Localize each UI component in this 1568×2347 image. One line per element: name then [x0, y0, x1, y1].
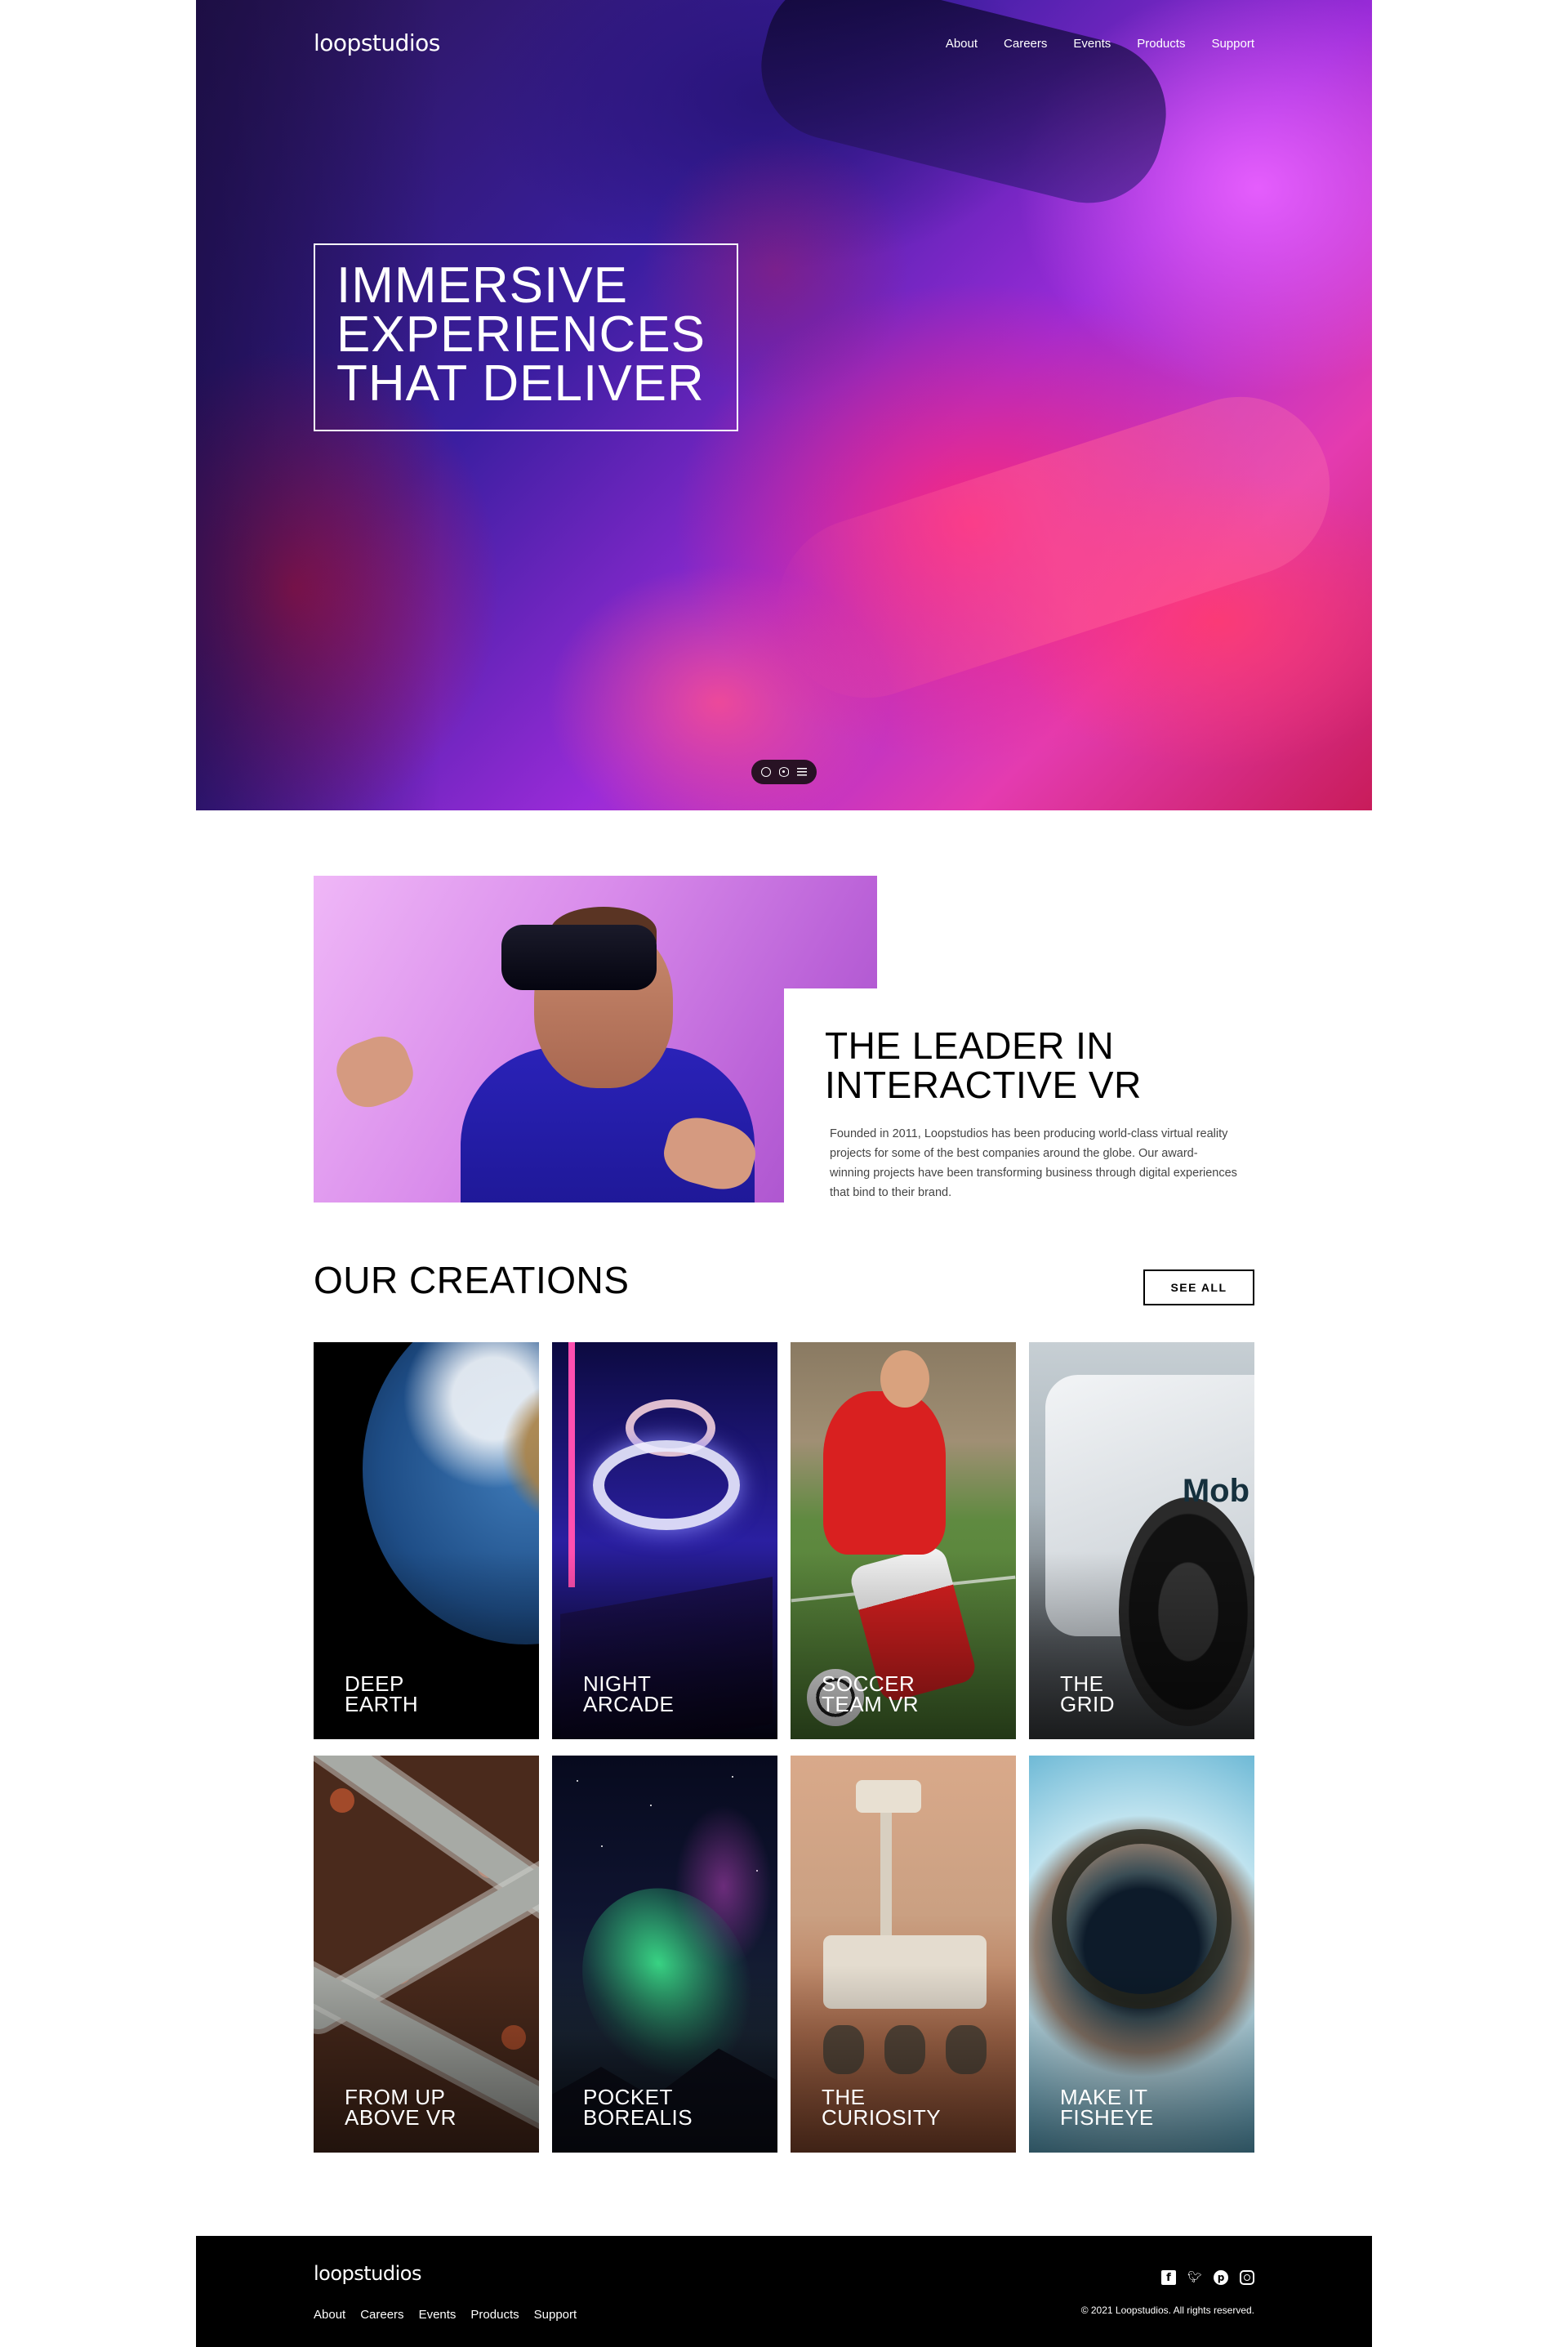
creation-card-from-up-above-vr[interactable]: FROM UP ABOVE VR: [314, 1756, 539, 2153]
intro-title-line: THE LEADER IN: [825, 1024, 1115, 1067]
facebook-icon[interactable]: f: [1161, 2270, 1176, 2285]
creation-card-night-arcade[interactable]: NIGHT ARCADE: [552, 1342, 777, 1739]
rover-image-camera: [856, 1780, 921, 1813]
card-label-line: FISHEYE: [1060, 2105, 1154, 2130]
menu-icon[interactable]: [797, 767, 807, 777]
card-label: THE GRID: [1060, 1673, 1115, 1716]
card-label-line: ARCADE: [583, 1692, 675, 1716]
footer-link-events[interactable]: Events: [419, 2308, 457, 2322]
card-label-line: CURIOSITY: [822, 2105, 942, 2130]
card-label: MAKE IT FISHEYE: [1060, 2086, 1154, 2130]
creation-card-pocket-borealis[interactable]: POCKET BOREALIS: [552, 1756, 777, 2153]
soccer-image-head: [880, 1350, 929, 1408]
card-label: THE CURIOSITY: [822, 2086, 942, 2130]
creations-grid: DEEP EARTH NIGHT ARCADE SOCCER TEAM VR M…: [314, 1342, 1254, 2153]
floating-toolbar: [751, 760, 817, 784]
nav-link-about[interactable]: About: [946, 37, 978, 51]
card-label: FROM UP ABOVE VR: [345, 2086, 457, 2130]
soccer-image-player: [823, 1391, 946, 1555]
aerial-image-tree: [330, 1788, 354, 1813]
hero-image-arm: [754, 373, 1353, 721]
creation-card-soccer-team-vr[interactable]: SOCCER TEAM VR: [791, 1342, 1016, 1739]
card-label: SOCCER TEAM VR: [822, 1673, 920, 1716]
race-car-decal: Mob: [1182, 1473, 1250, 1509]
hero-title-line: IMMERSIVE: [336, 257, 628, 314]
hero-section: loopstudios About Careers Events Product…: [196, 0, 1372, 810]
footer-link-careers[interactable]: Careers: [360, 2308, 403, 2322]
card-label-line: GRID: [1060, 1692, 1115, 1716]
intro-body: Founded in 2011, Loopstudios has been pr…: [830, 1127, 1237, 1199]
card-label-line: ABOVE VR: [345, 2105, 457, 2130]
footer: loopstudios About Careers Events Product…: [196, 2236, 1372, 2347]
aurora-image-star: [650, 1805, 652, 1806]
footer-nav: About Careers Events Products Support: [314, 2308, 577, 2322]
eye-icon[interactable]: [779, 767, 789, 777]
aurora-image-star: [577, 1780, 578, 1782]
footer-link-support[interactable]: Support: [534, 2308, 577, 2322]
creation-card-deep-earth[interactable]: DEEP EARTH: [314, 1342, 539, 1739]
aurora-image-star: [732, 1776, 733, 1778]
intro-image-hand: [329, 1028, 421, 1115]
card-label-line: BOREALIS: [583, 2105, 693, 2130]
card-label: NIGHT ARCADE: [583, 1673, 675, 1716]
intro-image-headset: [501, 925, 657, 990]
nav-link-careers[interactable]: Careers: [1004, 37, 1047, 51]
hero-title-line: THAT DELIVER: [336, 355, 705, 412]
footer-link-about[interactable]: About: [314, 2308, 345, 2322]
twitter-icon[interactable]: 🐦︎: [1187, 2270, 1202, 2285]
footer-logo[interactable]: loopstudios: [314, 2262, 421, 2285]
social-links: f 🐦︎ p: [1161, 2270, 1254, 2285]
nav-link-products[interactable]: Products: [1137, 37, 1185, 51]
nav-link-events[interactable]: Events: [1073, 37, 1111, 51]
copyright-text: © 2021 Loopstudios. All rights reserved.: [1080, 2305, 1254, 2316]
intro-card: THE LEADER IN INTERACTIVE VR Founded in …: [784, 988, 1254, 1203]
intro-title: THE LEADER IN INTERACTIVE VR: [825, 1026, 1254, 1104]
nav-link-support[interactable]: Support: [1211, 37, 1254, 51]
arcade-image-ring: [593, 1440, 740, 1530]
creation-card-make-it-fisheye[interactable]: MAKE IT FISHEYE: [1029, 1756, 1254, 2153]
aurora-image-star: [601, 1845, 603, 1847]
chat-icon[interactable]: [761, 767, 771, 777]
header-nav: About Careers Events Products Support: [946, 37, 1254, 51]
creations-title: OUR CREATIONS: [314, 1259, 630, 1301]
header-logo[interactable]: loopstudios: [314, 29, 440, 56]
see-all-button[interactable]: SEE ALL: [1143, 1269, 1254, 1305]
hero-title-line: EXPERIENCES: [336, 306, 706, 363]
footer-link-products[interactable]: Products: [470, 2308, 519, 2322]
card-label: DEEP EARTH: [345, 1673, 419, 1716]
creation-card-the-grid[interactable]: Mob THE GRID: [1029, 1342, 1254, 1739]
card-label-line: TEAM VR: [822, 1692, 920, 1716]
hero-title-box: IMMERSIVE EXPERIENCES THAT DELIVER: [314, 243, 738, 431]
intro-title-line: INTERACTIVE VR: [825, 1064, 1142, 1106]
card-label: POCKET BOREALIS: [583, 2086, 693, 2130]
card-label-line: EARTH: [345, 1692, 419, 1716]
pinterest-icon[interactable]: p: [1214, 2270, 1228, 2285]
creation-card-the-curiosity[interactable]: THE CURIOSITY: [791, 1756, 1016, 2153]
arcade-image-pole: [568, 1342, 575, 1587]
instagram-icon[interactable]: [1240, 2270, 1254, 2285]
